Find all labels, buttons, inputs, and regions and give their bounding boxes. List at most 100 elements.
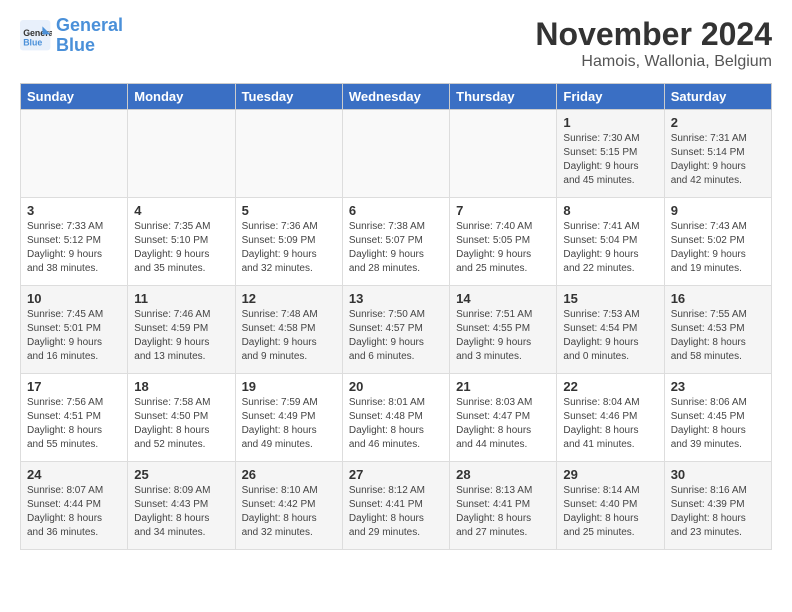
day-info-2-0: Sunrise: 7:45 AM Sunset: 5:01 PM Dayligh…: [27, 308, 121, 364]
cell-2-2: 12 Sunrise: 7:48 AM Sunset: 4:58 PM Dayli…: [235, 286, 342, 374]
week-row-3: 17Sunrise: 7:56 AM Sunset: 4:51 PM Dayli…: [21, 374, 772, 462]
svg-text:Blue: Blue: [23, 37, 42, 47]
cell-4-3: 27 Sunrise: 8:12 AM Sunset: 4:41 PM Dayli…: [342, 462, 449, 550]
cell-0-3: [342, 110, 449, 198]
page: General Blue General Blue November 2024 …: [0, 0, 792, 566]
day-info-2-1: Sunrise: 7:46 AM Sunset: 4:59 PM Dayligh…: [134, 308, 228, 364]
day-info-3-4: Sunrise: 8:03 AM Sunset: 4:47 PM Dayligh…: [456, 396, 550, 452]
col-sunday: Sunday: [21, 84, 128, 110]
cell-4-4: 28 Sunrise: 8:13 AM Sunset: 4:41 PM Dayli…: [450, 462, 557, 550]
day-info-1-4: Sunrise: 7:40 AM Sunset: 5:05 PM Dayligh…: [456, 220, 550, 276]
day-num-0-6: 2: [671, 115, 765, 130]
cell-1-5: 8 Sunrise: 7:41 AM Sunset: 5:04 PM Daylig…: [557, 198, 664, 286]
cell-0-6: 2 Sunrise: 7:31 AM Sunset: 5:14 PM Daylig…: [664, 110, 771, 198]
day-info-0-5: Sunrise: 7:30 AM Sunset: 5:15 PM Dayligh…: [563, 132, 657, 188]
day-num-3-4: 21: [456, 379, 550, 394]
cell-0-1: [128, 110, 235, 198]
day-num-1-2: 5: [242, 203, 336, 218]
day-info-2-3: Sunrise: 7:50 AM Sunset: 4:57 PM Dayligh…: [349, 308, 443, 364]
day-info-1-5: Sunrise: 7:41 AM Sunset: 5:04 PM Dayligh…: [563, 220, 657, 276]
day-num-1-4: 7: [456, 203, 550, 218]
day-info-1-0: Sunrise: 7:33 AM Sunset: 5:12 PM Dayligh…: [27, 220, 121, 276]
day-info-0-6: Sunrise: 7:31 AM Sunset: 5:14 PM Dayligh…: [671, 132, 765, 188]
day-info-4-2: Sunrise: 8:10 AM Sunset: 4:42 PM Dayligh…: [242, 484, 336, 540]
cell-2-1: 11Sunrise: 7:46 AM Sunset: 4:59 PM Dayli…: [128, 286, 235, 374]
day-num-1-6: 9: [671, 203, 765, 218]
day-info-2-4: Sunrise: 7:51 AM Sunset: 4:55 PM Dayligh…: [456, 308, 550, 364]
cell-3-1: 18Sunrise: 7:58 AM Sunset: 4:50 PM Dayli…: [128, 374, 235, 462]
day-info-4-1: Sunrise: 8:09 AM Sunset: 4:43 PM Dayligh…: [134, 484, 228, 540]
cell-0-4: [450, 110, 557, 198]
header: General Blue General Blue November 2024 …: [20, 16, 772, 71]
cell-0-5: 1 Sunrise: 7:30 AM Sunset: 5:15 PM Daylig…: [557, 110, 664, 198]
cell-3-2: 19 Sunrise: 7:59 AM Sunset: 4:49 PM Dayli…: [235, 374, 342, 462]
cell-3-3: 20 Sunrise: 8:01 AM Sunset: 4:48 PM Dayli…: [342, 374, 449, 462]
week-row-0: 1 Sunrise: 7:30 AM Sunset: 5:15 PM Daylig…: [21, 110, 772, 198]
cell-4-0: 24 Sunrise: 8:07 AM Sunset: 4:44 PM Dayli…: [21, 462, 128, 550]
cell-4-1: 25 Sunrise: 8:09 AM Sunset: 4:43 PM Dayli…: [128, 462, 235, 550]
month-title: November 2024: [535, 16, 772, 53]
day-num-4-1: 25: [134, 467, 228, 482]
day-num-3-2: 19: [242, 379, 336, 394]
cell-4-6: 30 Sunrise: 8:16 AM Sunset: 4:39 PM Dayli…: [664, 462, 771, 550]
day-num-2-3: 13: [349, 291, 443, 306]
logo-text: General Blue: [56, 16, 123, 56]
cell-0-0: [21, 110, 128, 198]
logo: General Blue General Blue: [20, 16, 123, 56]
cell-2-0: 10Sunrise: 7:45 AM Sunset: 5:01 PM Dayli…: [21, 286, 128, 374]
cell-1-4: 7 Sunrise: 7:40 AM Sunset: 5:05 PM Daylig…: [450, 198, 557, 286]
day-info-4-6: Sunrise: 8:16 AM Sunset: 4:39 PM Dayligh…: [671, 484, 765, 540]
day-info-1-6: Sunrise: 7:43 AM Sunset: 5:02 PM Dayligh…: [671, 220, 765, 276]
day-info-3-6: Sunrise: 8:06 AM Sunset: 4:45 PM Dayligh…: [671, 396, 765, 452]
col-monday: Monday: [128, 84, 235, 110]
day-info-4-0: Sunrise: 8:07 AM Sunset: 4:44 PM Dayligh…: [27, 484, 121, 540]
day-info-4-4: Sunrise: 8:13 AM Sunset: 4:41 PM Dayligh…: [456, 484, 550, 540]
day-info-1-2: Sunrise: 7:36 AM Sunset: 5:09 PM Dayligh…: [242, 220, 336, 276]
day-num-4-3: 27: [349, 467, 443, 482]
header-row: Sunday Monday Tuesday Wednesday Thursday…: [21, 84, 772, 110]
cell-2-6: 16Sunrise: 7:55 AM Sunset: 4:53 PM Dayli…: [664, 286, 771, 374]
day-num-3-5: 22: [563, 379, 657, 394]
day-info-3-3: Sunrise: 8:01 AM Sunset: 4:48 PM Dayligh…: [349, 396, 443, 452]
day-info-4-3: Sunrise: 8:12 AM Sunset: 4:41 PM Dayligh…: [349, 484, 443, 540]
day-info-2-2: Sunrise: 7:48 AM Sunset: 4:58 PM Dayligh…: [242, 308, 336, 364]
day-num-1-1: 4: [134, 203, 228, 218]
day-num-2-2: 12: [242, 291, 336, 306]
day-num-2-4: 14: [456, 291, 550, 306]
col-saturday: Saturday: [664, 84, 771, 110]
day-info-3-2: Sunrise: 7:59 AM Sunset: 4:49 PM Dayligh…: [242, 396, 336, 452]
calendar: Sunday Monday Tuesday Wednesday Thursday…: [20, 83, 772, 550]
cell-3-4: 21 Sunrise: 8:03 AM Sunset: 4:47 PM Dayli…: [450, 374, 557, 462]
col-tuesday: Tuesday: [235, 84, 342, 110]
cell-1-6: 9 Sunrise: 7:43 AM Sunset: 5:02 PM Daylig…: [664, 198, 771, 286]
day-num-1-0: 3: [27, 203, 121, 218]
cell-2-5: 15Sunrise: 7:53 AM Sunset: 4:54 PM Dayli…: [557, 286, 664, 374]
day-num-4-6: 30: [671, 467, 765, 482]
col-thursday: Thursday: [450, 84, 557, 110]
day-num-1-5: 8: [563, 203, 657, 218]
location-title: Hamois, Wallonia, Belgium: [535, 53, 772, 71]
col-wednesday: Wednesday: [342, 84, 449, 110]
day-info-4-5: Sunrise: 8:14 AM Sunset: 4:40 PM Dayligh…: [563, 484, 657, 540]
day-num-1-3: 6: [349, 203, 443, 218]
cell-3-5: 22Sunrise: 8:04 AM Sunset: 4:46 PM Dayli…: [557, 374, 664, 462]
day-num-4-0: 24: [27, 467, 121, 482]
day-num-0-5: 1: [563, 115, 657, 130]
cell-1-0: 3 Sunrise: 7:33 AM Sunset: 5:12 PM Daylig…: [21, 198, 128, 286]
day-info-1-1: Sunrise: 7:35 AM Sunset: 5:10 PM Dayligh…: [134, 220, 228, 276]
logo-line1: General: [56, 15, 123, 35]
day-num-3-3: 20: [349, 379, 443, 394]
day-num-3-6: 23: [671, 379, 765, 394]
cell-1-2: 5 Sunrise: 7:36 AM Sunset: 5:09 PM Daylig…: [235, 198, 342, 286]
cell-1-3: 6 Sunrise: 7:38 AM Sunset: 5:07 PM Daylig…: [342, 198, 449, 286]
day-num-4-4: 28: [456, 467, 550, 482]
cell-3-6: 23 Sunrise: 8:06 AM Sunset: 4:45 PM Dayli…: [664, 374, 771, 462]
week-row-4: 24 Sunrise: 8:07 AM Sunset: 4:44 PM Dayli…: [21, 462, 772, 550]
day-info-1-3: Sunrise: 7:38 AM Sunset: 5:07 PM Dayligh…: [349, 220, 443, 276]
week-row-1: 3 Sunrise: 7:33 AM Sunset: 5:12 PM Daylig…: [21, 198, 772, 286]
day-info-3-0: Sunrise: 7:56 AM Sunset: 4:51 PM Dayligh…: [27, 396, 121, 452]
day-info-3-1: Sunrise: 7:58 AM Sunset: 4:50 PM Dayligh…: [134, 396, 228, 452]
title-area: November 2024 Hamois, Wallonia, Belgium: [535, 16, 772, 71]
day-num-2-6: 16: [671, 291, 765, 306]
day-info-2-5: Sunrise: 7:53 AM Sunset: 4:54 PM Dayligh…: [563, 308, 657, 364]
